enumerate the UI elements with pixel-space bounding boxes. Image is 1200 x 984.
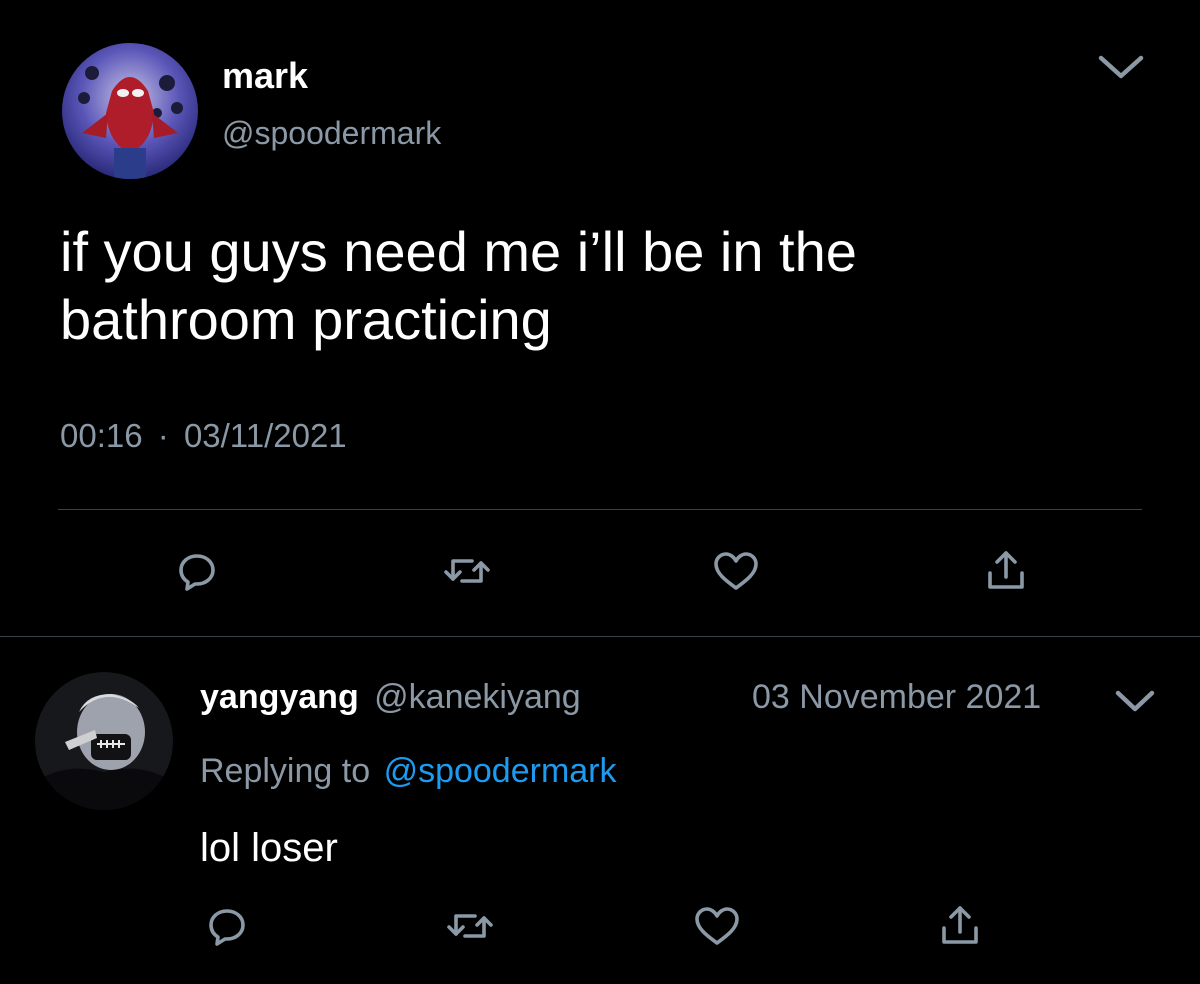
timestamp-separator: · (157, 417, 169, 454)
share-icon (988, 551, 1024, 589)
replying-handle-link[interactable]: @spoodermark (384, 752, 617, 790)
share-icon (942, 906, 978, 944)
retweet-button[interactable] (437, 541, 497, 601)
retweet-icon (447, 914, 493, 938)
divider-full (0, 636, 1200, 637)
display-name[interactable]: mark (222, 56, 308, 96)
reply-button[interactable] (167, 541, 227, 601)
reply-share-button[interactable] (930, 896, 990, 956)
replying-to: Replying to @spoodermark (200, 750, 617, 792)
avatar-mark[interactable] (62, 43, 198, 179)
masked-person-avatar-icon (35, 672, 173, 810)
reply-retweet-button[interactable] (440, 896, 500, 956)
retweet-icon (444, 559, 490, 583)
chevron-down-icon (1098, 55, 1144, 79)
reply-handle[interactable]: @kanekiyang (374, 678, 581, 716)
tweet-timestamp[interactable]: 00:16 · 03/11/2021 (60, 416, 347, 456)
divider-inner (58, 509, 1142, 510)
tweet-time: 00:16 (60, 417, 143, 454)
user-handle[interactable]: @spoodermark (222, 114, 441, 152)
reply-date[interactable]: 03 November 2021 (752, 676, 1041, 718)
like-icon (695, 907, 739, 945)
reply-like-button[interactable] (687, 896, 747, 956)
replying-prefix: Replying to (200, 752, 371, 790)
reply-icon (209, 909, 245, 946)
reply-reply-button[interactable] (197, 896, 257, 956)
reply-icon (179, 554, 215, 591)
tweet-menu-button[interactable] (1096, 48, 1146, 84)
avatar-yangyang[interactable] (35, 672, 173, 810)
spiderman-avatar-icon (62, 43, 198, 179)
share-button[interactable] (976, 541, 1036, 601)
reply-display-name[interactable]: yangyang (200, 678, 359, 716)
like-icon (714, 552, 758, 590)
tweet-text: if you guys need me i’ll be in the bathr… (60, 220, 857, 351)
chevron-down-icon (1115, 690, 1155, 712)
tweet-date: 03/11/2021 (183, 417, 347, 454)
reply-text: lol loser (200, 826, 338, 870)
reply-menu-button[interactable] (1112, 683, 1158, 717)
reply-header: yangyang @kanekiyang (200, 676, 581, 718)
like-button[interactable] (706, 541, 766, 601)
